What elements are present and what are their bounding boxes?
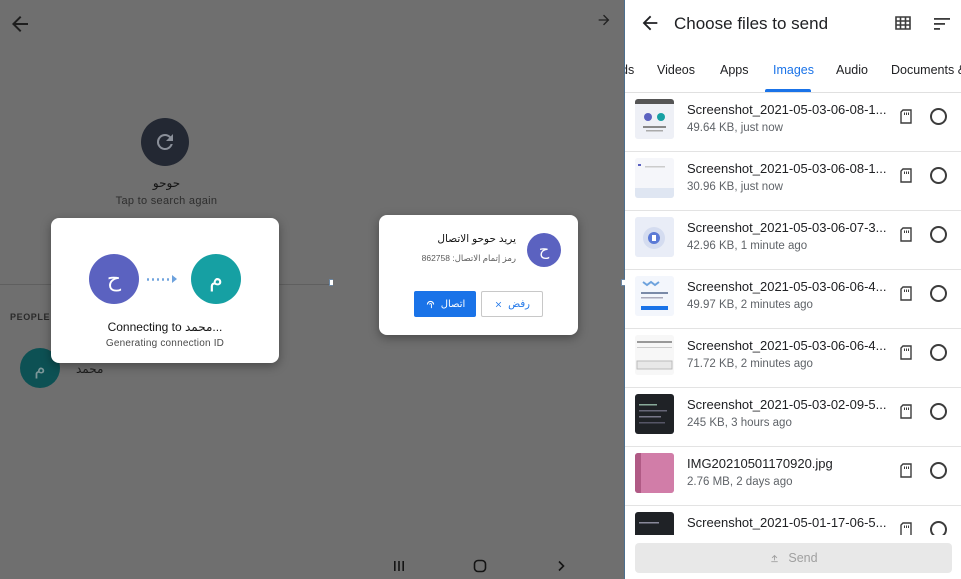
recents-nav-icon[interactable] <box>389 556 409 576</box>
file-meta: 49.97 KB, 2 minutes ago <box>687 299 813 311</box>
home-nav-icon[interactable] <box>470 556 490 576</box>
refresh-icon <box>156 133 173 150</box>
select-radio[interactable] <box>930 167 947 184</box>
back-arrow-icon[interactable] <box>8 12 32 36</box>
file-thumbnail <box>635 217 674 257</box>
file-thumbnail <box>635 99 674 139</box>
file-name: IMG20210501170920.jpg <box>687 456 833 471</box>
grid-view-icon[interactable] <box>895 15 911 31</box>
file-meta: 42.96 KB, 1 minute ago <box>687 240 808 252</box>
sd-card-icon <box>900 286 912 301</box>
tab-audio[interactable]: Audio <box>836 63 868 77</box>
decline-button[interactable]: رفض <box>481 291 543 317</box>
file-row[interactable]: Screenshot_2021-05-03-02-09-5... 245 KB,… <box>625 388 961 447</box>
sender-avatar: ح <box>89 254 139 304</box>
category-tabs: ds Videos Apps Images Audio Documents & <box>625 56 961 92</box>
file-name: Screenshot_2021-05-03-06-08-1... <box>687 161 887 176</box>
tab-images[interactable]: Images <box>773 63 814 77</box>
file-thumbnail <box>635 394 674 434</box>
sd-card-icon <box>900 168 912 183</box>
file-picker-panel: Choose files to send ds Videos Apps Imag… <box>625 0 961 579</box>
file-name: Screenshot_2021-05-03-06-07-3... <box>687 220 887 235</box>
accept-label: اتصال <box>440 298 466 310</box>
tap-to-search-label: Tap to search again <box>115 195 218 207</box>
select-radio[interactable] <box>930 462 947 479</box>
page-title: Choose files to send <box>674 14 829 33</box>
file-name: Screenshot_2021-05-01-17-06-5... <box>687 515 887 530</box>
connection-request-dialog: ح يريد حوحو الاتصال رمز إتمام الاتصال: 8… <box>379 215 578 335</box>
file-row[interactable]: IMG20210501170920.jpg 2.76 MB, 2 days ag… <box>625 447 961 506</box>
tab-downloads[interactable]: ds <box>625 63 634 77</box>
file-meta: 71.72 KB, 2 minutes ago <box>687 358 813 370</box>
sd-card-icon <box>900 109 912 124</box>
file-row[interactable]: Screenshot_2021-05-03-06-06-4... 49.97 K… <box>625 270 961 329</box>
select-radio[interactable] <box>930 344 947 361</box>
send-label: Send <box>788 551 818 565</box>
file-row[interactable]: Screenshot_2021-05-03-06-08-1... 30.96 K… <box>625 152 961 211</box>
sd-card-icon <box>900 227 912 242</box>
select-radio[interactable] <box>930 226 947 243</box>
person-name[interactable]: محمد <box>76 362 103 376</box>
accept-button[interactable]: اتصال <box>414 291 476 317</box>
select-radio[interactable] <box>930 403 947 420</box>
upload-icon <box>771 554 779 562</box>
send-button[interactable]: Send <box>635 543 952 573</box>
file-name: Screenshot_2021-05-03-06-06-4... <box>687 338 887 353</box>
forward-arrow-icon[interactable] <box>596 12 612 28</box>
file-thumbnail <box>635 158 674 198</box>
file-name: Screenshot_2021-05-03-06-06-4... <box>687 279 887 294</box>
receiver-avatar: م <box>191 254 241 304</box>
incoming-request-panel: ح يريد حوحو الاتصال رمز إتمام الاتصال: 8… <box>333 0 624 579</box>
connecting-title: Connecting to محمد... <box>107 320 223 334</box>
device-name: حوحو <box>152 176 181 190</box>
sd-card-icon <box>900 463 912 478</box>
file-name: Screenshot_2021-05-03-02-09-5... <box>687 397 887 412</box>
tab-apps[interactable]: Apps <box>720 63 749 77</box>
connecting-subtitle: Generating connection ID <box>105 338 225 349</box>
back-arrow-icon[interactable] <box>639 12 661 34</box>
file-name: Screenshot_2021-05-03-06-08-1... <box>687 102 887 117</box>
sd-card-icon <box>900 404 912 419</box>
sd-card-icon <box>900 345 912 360</box>
connecting-dialog: ح م Connecting to محمد... Generating con… <box>51 218 279 363</box>
file-meta: 245 KB, 3 hours ago <box>687 417 792 429</box>
decline-label: رفض <box>508 298 530 310</box>
search-again-button[interactable] <box>141 118 189 166</box>
send-bar: Send <box>625 535 961 579</box>
nearby-share-icon <box>426 300 434 308</box>
transfer-dots-icon <box>147 275 177 283</box>
connection-code: رمز إتمام الاتصال: 862758 <box>421 253 516 263</box>
nearby-share-panel: حوحو Tap to search again PEOPLE N م محمد… <box>0 0 333 579</box>
back-nav-icon[interactable] <box>551 556 571 576</box>
file-row[interactable]: Screenshot_2021-05-03-06-06-4... 71.72 K… <box>625 329 961 388</box>
screen: حوحو Tap to search again PEOPLE N م محمد… <box>0 0 961 579</box>
tab-videos[interactable]: Videos <box>657 63 695 77</box>
file-thumbnail <box>635 276 674 316</box>
file-row[interactable]: Screenshot_2021-05-03-06-08-1... 49.64 K… <box>625 93 961 152</box>
sort-icon[interactable] <box>933 15 951 33</box>
file-thumbnail <box>635 453 674 493</box>
file-meta: 2.76 MB, 2 days ago <box>687 476 793 488</box>
request-title: يريد حوحو الاتصال <box>437 233 516 245</box>
file-row[interactable]: Screenshot_2021-05-03-06-07-3... 42.96 K… <box>625 211 961 270</box>
file-meta: 49.64 KB, just now <box>687 122 783 134</box>
select-radio[interactable] <box>930 108 947 125</box>
requester-avatar: ح <box>527 233 561 267</box>
file-meta: 30.96 KB, just now <box>687 181 783 193</box>
select-radio[interactable] <box>930 285 947 302</box>
file-thumbnail <box>635 335 674 375</box>
close-icon <box>495 301 502 307</box>
tab-documents[interactable]: Documents & <box>891 63 961 77</box>
